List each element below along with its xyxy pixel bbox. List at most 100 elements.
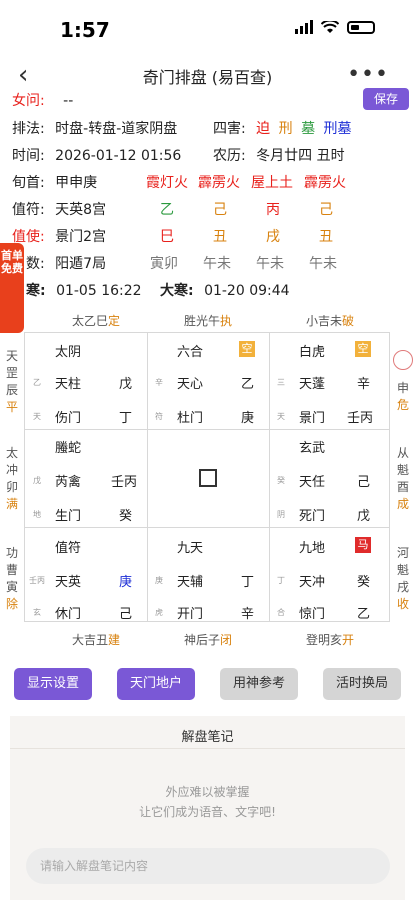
notes-panel: 解盘笔记 外应难以被掌握 让它们成为语音、文字吧! 请输入解盘笔记内容 [10,716,405,900]
time-label: 时间: [12,148,45,164]
xunshou-tag-3: 屋上土 [251,175,293,191]
palace-3-shen: 螣蛇 [55,441,82,456]
zhifu-tag-4: 己 [319,202,333,218]
palace-2-shen: 白虎 [299,345,326,360]
wifi-icon [321,20,339,33]
display-settings-button[interactable]: 显示设置 [14,668,92,700]
question-label: 女问: [12,93,45,109]
palace-2-side1: 三 [277,378,285,387]
palace-3-men: 生门 [55,509,82,524]
jieqi-label: 寒: [26,283,46,299]
palace-1-xing: 天辅 [177,575,204,590]
palace-8-side2: 玄 [33,608,41,617]
palace-3-side2: 地 [33,510,41,519]
palace-7-shen: 玄武 [299,441,326,456]
nongli-value: 冬月廿四 丑时 [256,148,345,164]
paifa-row: 排法: 时盘-转盘-道家阴盘 [12,118,177,138]
ju-tag-4: 午未 [309,256,337,272]
tianmen-dihu-button[interactable]: 天门地户 [117,668,195,700]
zhifu-label: 值符: [12,202,45,218]
nav-bar: ‹ 奇门排盘 (易百查) ••• [0,56,415,92]
yongshen-button[interactable]: 用神参考 [220,668,298,700]
zhishi-tag-1: 巳 [160,229,174,245]
nongli-label: 农历: [213,148,246,164]
palace-7-men: 死门 [299,509,326,524]
palace-7-side2: 阴 [277,510,285,519]
palace-1-side2: 虎 [155,608,163,617]
ju-value: 阳遁7局 [55,256,107,272]
avatar-icon[interactable] [393,350,413,370]
promo-badge[interactable]: 首单免费 [0,243,24,333]
bottom-label-1: 大吉丑建 [71,633,121,647]
palace-7-di: 戊 [357,509,371,524]
huoshi-button[interactable]: 活时换局 [323,668,401,700]
palace-9-side1: 辛 [155,378,163,387]
palace-4-side1: 乙 [33,378,41,387]
dahan-row: 大寒: 01-20 09:44 [160,280,290,300]
palace-3-xing: 芮禽 [55,475,82,490]
palace-4-di: 丁 [119,411,133,426]
palace-6-side1: 丁 [277,576,285,585]
left-label-1: 天罡辰平 [5,349,18,414]
right-label-2: 从魁酉成 [396,446,409,511]
time-row: 时间: 2026-01-12 01:56 [12,145,181,165]
zhifu-row: 值符: 天英8宫 [12,199,106,219]
zhishi-tag-4: 丑 [319,229,333,245]
battery-icon [347,20,375,34]
palace-8-side1: 壬丙 [29,576,45,585]
xunshou-row: 旬首: 甲申庚 [12,172,97,192]
status-icons [295,20,375,34]
zhishi-row: 值使: 景门2宫 [12,226,106,246]
palace-9-side2: 符 [155,412,163,421]
palace-2-tian: 辛 [357,377,371,392]
sihai-xingmu: 刑墓 [323,121,352,137]
ju-tag-1: 寅卯 [150,256,178,272]
qimen-grid: 太阴 乙 天柱 戊 天 伤门 丁 六合 空 辛 天心 乙 符 杜门 庚 白虎 空… [24,332,390,622]
palace-9-xing: 天心 [177,377,204,392]
palace-7-tian: 己 [357,475,371,490]
xunshou-tag-4: 霹雳火 [304,175,346,191]
sihai-xing: 刑 [278,121,293,137]
xunshou-tag-2: 霹雳火 [198,175,240,191]
zhishi-tag-2: 丑 [213,229,227,245]
notes-title: 解盘笔记 [181,730,234,745]
palace-9-di: 庚 [241,411,255,426]
time-value: 2026-01-12 01:56 [55,148,182,164]
question-row: 女问: -- [12,90,73,110]
palace-2-men: 景门 [299,411,326,426]
palace-2-xing: 天蓬 [299,377,326,392]
palace-6-xing: 天冲 [299,575,326,590]
zhishi-value: 景门2宫 [55,229,107,245]
question-value: -- [63,93,74,109]
more-icon[interactable]: ••• [347,62,389,87]
qrcode-icon[interactable] [199,469,217,487]
palace-4-men: 伤门 [55,411,82,426]
notes-divider [10,748,405,749]
signal-icon [295,20,313,34]
palace-4-tian: 戊 [119,377,133,392]
palace-3-side1: 戊 [33,476,41,485]
jieqi-value: 01-05 16:22 [56,283,142,299]
paifa-value: 时盘-转盘-道家阴盘 [55,121,178,137]
left-label-3: 功曹寅除 [5,546,18,611]
palace-6-shen: 九地 [299,541,326,556]
left-label-2: 太冲卯满 [5,446,18,511]
xunshou-label: 旬首: [12,175,45,191]
palace-1-shen: 九天 [177,541,204,556]
right-label-1: 申危 [396,381,409,412]
palace-6-men: 惊门 [299,607,326,622]
palace-8-xing: 天英 [55,575,82,590]
bottom-label-2: 神后子闭 [183,633,233,647]
sihai-row: 四害: 迫 刑 墓 刑墓 [213,118,352,138]
sihai-po: 迫 [256,121,271,137]
palace-8-di: 己 [119,607,133,622]
palace-9-shen: 六合 [177,345,204,360]
right-label-3: 河魁戌收 [396,546,409,611]
zhifu-tag-3: 丙 [266,202,280,218]
palace-1-men: 开门 [177,607,204,622]
top-label-2: 胜光午执 [183,314,233,328]
palace-4-side2: 天 [33,412,41,421]
notes-input[interactable]: 请输入解盘笔记内容 [26,848,390,884]
save-button[interactable]: 保存 [363,88,409,110]
palace-7-side1: 癸 [277,476,285,485]
